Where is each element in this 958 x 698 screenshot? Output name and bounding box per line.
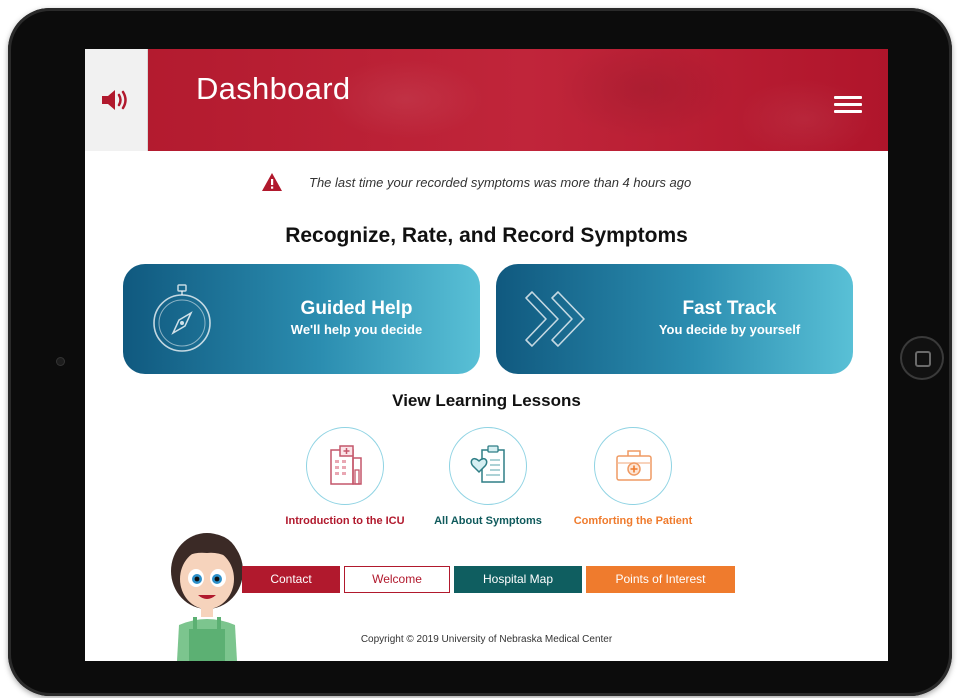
lessons-section-title: View Learning Lessons — [392, 391, 581, 410]
fast-track-subtitle: You decide by yourself — [658, 322, 801, 337]
guided-help-button[interactable]: Guided Help We'll help you decide — [123, 264, 480, 374]
lesson-icon-circle — [594, 427, 672, 505]
lesson-comforting-patient[interactable]: Comforting the Patient — [548, 427, 718, 537]
symptoms-section-title: Recognize, Rate, and Record Symptoms — [285, 224, 688, 247]
contact-button[interactable]: Contact — [242, 566, 340, 593]
guided-help-title: Guided Help — [300, 298, 413, 319]
double-chevron-right-icon — [525, 291, 585, 347]
speaker-volume-icon — [102, 90, 127, 110]
copyright-text: Copyright © 2019 University of Nebraska … — [360, 634, 613, 645]
hamburger-menu-icon[interactable] — [834, 96, 862, 116]
page-title: Dashboard — [196, 71, 351, 106]
fast-track-button[interactable]: Fast Track You decide by yourself — [496, 264, 853, 374]
lesson-label: Comforting the Patient — [573, 515, 693, 527]
hospital-map-button[interactable]: Hospital Map — [454, 566, 582, 593]
compass-icon — [153, 284, 211, 352]
warning-triangle-icon — [262, 173, 282, 191]
clipboard-heart-icon — [470, 445, 505, 483]
guided-help-subtitle: We'll help you decide — [290, 322, 423, 337]
welcome-button[interactable]: Welcome — [344, 566, 450, 593]
points-of-interest-button[interactable]: Points of Interest — [586, 566, 735, 593]
hospital-building-icon — [330, 445, 362, 485]
speaker-button[interactable] — [85, 49, 148, 151]
tablet-camera — [56, 357, 65, 366]
alert-text: The last time your recorded symptoms was… — [309, 175, 692, 190]
tablet-home-button[interactable] — [900, 336, 944, 380]
app-screen: Dashboard The last time your recorded sy… — [85, 49, 888, 661]
header-bar: Dashboard — [85, 49, 888, 151]
lesson-icon-circle — [306, 427, 384, 505]
fast-track-title: Fast Track — [682, 298, 777, 319]
first-aid-kit-icon — [616, 450, 652, 481]
lesson-icon-circle — [449, 427, 527, 505]
